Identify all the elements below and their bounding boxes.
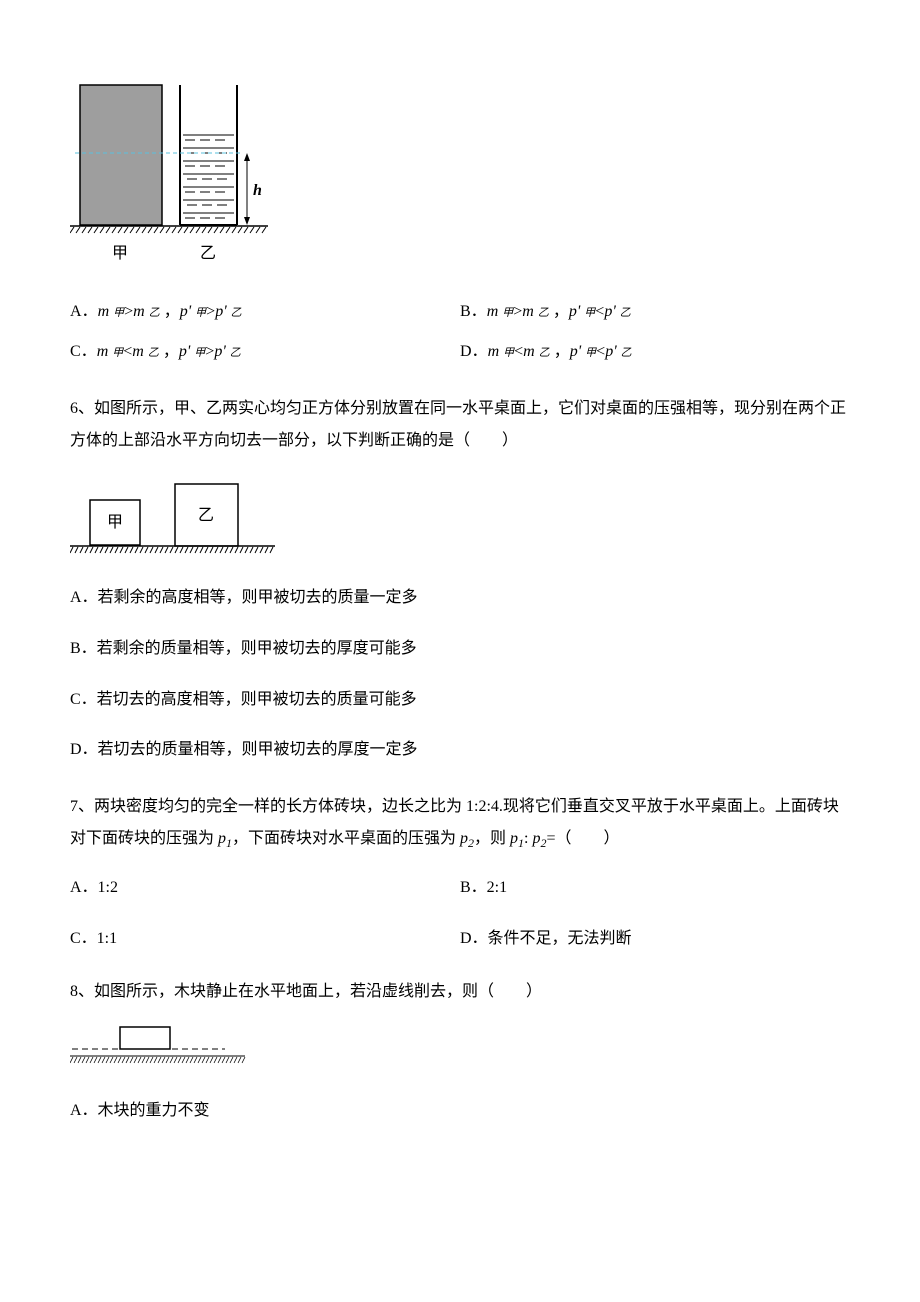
option-d: D．条件不足，无法判断 <box>460 926 850 952</box>
option-b: B．若剩余的质量相等，则甲被切去的厚度可能多 <box>70 636 850 662</box>
option-a: A．1:2 <box>70 875 460 901</box>
question-8-figure <box>70 1025 850 1079</box>
svg-text:甲: 甲 <box>107 514 123 531</box>
question-7-text: 7、两块密度均匀的完全一样的长方体砖块，边长之比为 1:2:4.现将它们垂直交叉… <box>70 791 850 855</box>
question-6-text: 6、如图所示，甲、乙两实心均匀正方体分别放置在同一水平桌面上，它们对桌面的压强相… <box>70 393 850 457</box>
option-d: D．若切去的质量相等，则甲被切去的厚度一定多 <box>70 737 850 763</box>
svg-text:乙: 乙 <box>200 245 216 262</box>
figure-6-svg: 甲 乙 <box>70 477 280 557</box>
option-d: D．m 甲<m 乙 ，p' 甲<p' 乙 <box>460 339 850 365</box>
option-a: A．若剩余的高度相等，则甲被切去的质量一定多 <box>70 585 850 611</box>
option-c: C．1:1 <box>70 926 460 952</box>
question-5-figure: h 甲 乙 <box>70 70 850 279</box>
option-b: B．m 甲>m 乙 ，p' 甲<p' 乙 <box>460 299 850 325</box>
question-8-text: 8、如图所示，木块静止在水平地面上，若沿虚线削去，则（ ） <box>70 979 850 1005</box>
question-7-options: A．1:2 B．2:1 C．1:1 D．条件不足，无法判断 <box>70 875 850 951</box>
option-c: C．若切去的高度相等，则甲被切去的质量可能多 <box>70 687 850 713</box>
svg-text:h: h <box>253 182 262 199</box>
question-5-options: A．m 甲>m 乙 ，p' 甲>p' 乙 B．m 甲>m 乙 ，p' 甲<p' … <box>70 299 850 365</box>
option-a: A．木块的重力不变 <box>70 1098 850 1124</box>
option-c: C．m 甲<m 乙 ，p' 甲>p' 乙 <box>70 339 460 365</box>
svg-text:乙: 乙 <box>198 507 214 524</box>
question-6-figure: 甲 乙 <box>70 477 850 566</box>
figure-8-svg <box>70 1025 250 1070</box>
svg-text:甲: 甲 <box>112 245 128 262</box>
question-8-options: A．木块的重力不变 <box>70 1098 850 1124</box>
option-b: B．2:1 <box>460 875 850 901</box>
option-a: A．m 甲>m 乙 ，p' 甲>p' 乙 <box>70 299 460 325</box>
question-6-options: A．若剩余的高度相等，则甲被切去的质量一定多 B．若剩余的质量相等，则甲被切去的… <box>70 585 850 762</box>
figure-5-svg: h 甲 乙 <box>70 70 270 270</box>
